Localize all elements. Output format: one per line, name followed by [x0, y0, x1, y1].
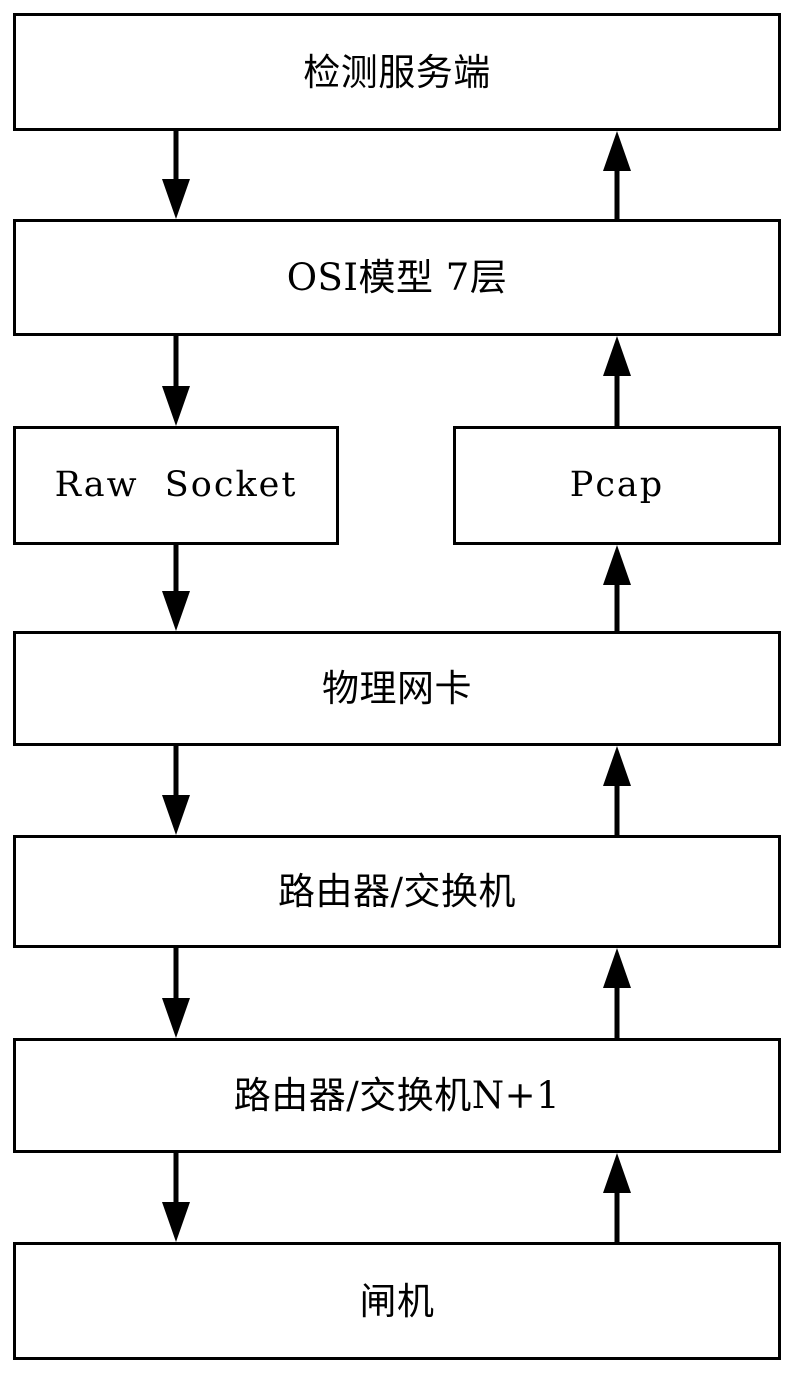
node-router-switch: 路由器/交换机: [13, 835, 781, 948]
node-router-switch-n1: 路由器/交换机N+1: [13, 1038, 781, 1153]
node-physical-nic: 物理网卡: [13, 631, 781, 746]
node-label-detection-server: 检测服务端: [303, 50, 491, 94]
node-label-router-switch-n1: 路由器/交换机N+1: [233, 1074, 561, 1117]
node-label-physical-nic: 物理网卡: [322, 667, 472, 710]
node-label-osi-model: OSI模型 7层: [286, 256, 508, 299]
arrow-down: [160, 746, 192, 835]
arrow-down: [160, 545, 192, 631]
arrow-up: [601, 131, 633, 219]
node-detection-server: 检测服务端: [13, 13, 781, 131]
arrow-up: [601, 336, 633, 426]
node-pcap: Pcap: [453, 426, 781, 545]
arrow-up: [601, 1153, 633, 1242]
node-label-router-switch: 路由器/交换机: [278, 870, 516, 913]
node-label-pcap: Pcap: [569, 465, 665, 505]
node-label-gate-machine: 闸机: [359, 1279, 435, 1323]
arrow-up: [601, 948, 633, 1038]
arrow-up: [601, 545, 633, 631]
node-osi-model: OSI模型 7层: [13, 219, 781, 336]
node-raw-socket: Raw Socket: [13, 426, 339, 545]
arrow-down: [160, 948, 192, 1038]
flow-diagram: 检测服务端 OSI模型 7层 Raw Socket Pcap 物理网卡路由器/交换机路由…: [0, 0, 795, 1385]
arrow-up: [601, 746, 633, 835]
arrow-down: [160, 131, 192, 219]
node-gate-machine: 闸机: [13, 1242, 781, 1360]
node-label-raw-socket: Raw Socket: [54, 465, 298, 505]
arrow-down: [160, 1153, 192, 1242]
arrow-down: [160, 336, 192, 426]
